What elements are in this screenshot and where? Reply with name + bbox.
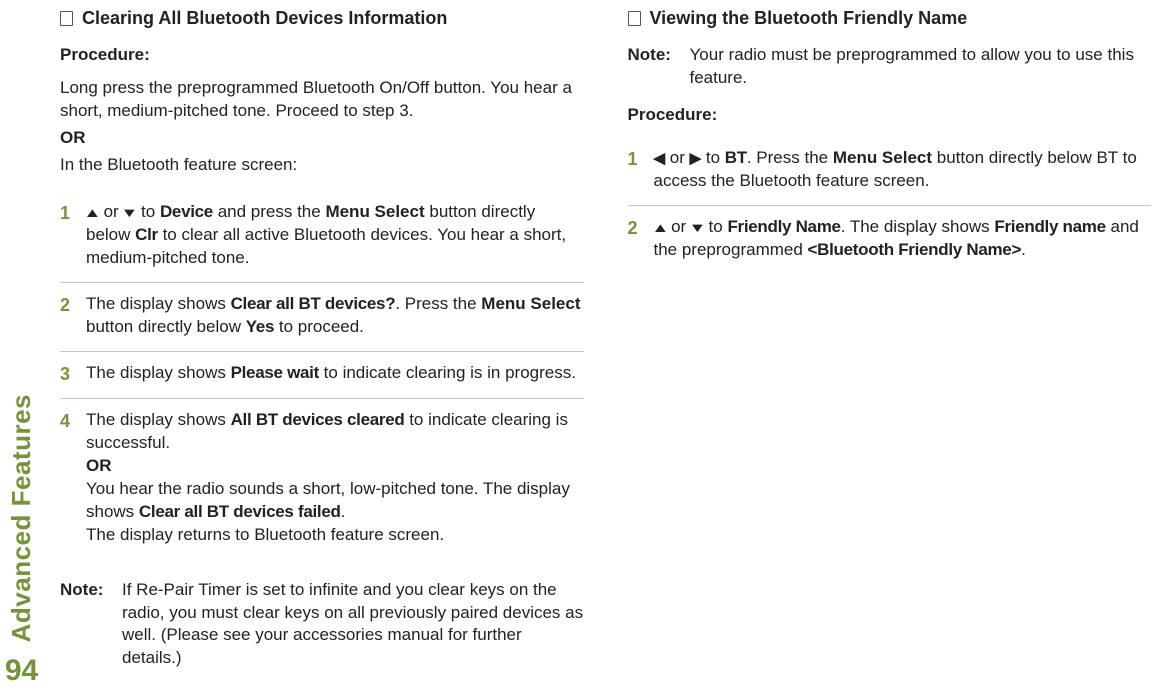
- step-text: to: [704, 217, 728, 236]
- note-body: Your radio must be preprogrammed to allo…: [690, 44, 1152, 90]
- ui-label-friendly-name: Friendly Name: [727, 217, 840, 236]
- page-content: Clearing All Bluetooth Devices Informati…: [60, 6, 1151, 689]
- ui-label-clr: Clr: [135, 225, 158, 244]
- step-text: . Press the: [747, 148, 833, 167]
- ui-label-menu-select: Menu Select: [325, 202, 424, 221]
- intro-or: OR: [60, 127, 584, 150]
- page-number: 94: [5, 651, 38, 692]
- step-4: 4 The display shows All BT devices clear…: [60, 399, 584, 559]
- section-title-vertical: Advanced Features: [4, 394, 39, 642]
- step-number: 2: [60, 293, 86, 339]
- step-1: 1 ▲ or ▼ to Device and press the Menu Se…: [60, 191, 584, 283]
- or-label: OR: [86, 455, 584, 478]
- ui-label-menu-select: Menu Select: [481, 294, 580, 313]
- left-icon: ◀: [654, 150, 666, 167]
- ui-label-menu-select: Menu Select: [833, 148, 932, 167]
- step-text: .: [341, 502, 346, 521]
- note-label: Note:: [628, 44, 690, 90]
- section-heading-text: Clearing All Bluetooth Devices Informati…: [82, 6, 447, 30]
- step-text: . The display shows: [841, 217, 995, 236]
- ui-label-bt: BT: [725, 148, 747, 167]
- step-body: The display shows Please wait to indicat…: [86, 362, 584, 386]
- right-icon: ▶: [690, 150, 702, 167]
- side-label: Advanced Features 94: [4, 394, 39, 691]
- step-text: to: [136, 202, 160, 221]
- step-number: 1: [628, 147, 654, 193]
- intro-text-2: In the Bluetooth feature screen:: [60, 154, 584, 177]
- note-row: Note: Your radio must be preprogrammed t…: [628, 44, 1152, 90]
- step-2: 2 ▲ or ▼ to Friendly Name. The display s…: [628, 206, 1152, 274]
- step-text: The display shows: [86, 363, 231, 382]
- step-number: 3: [60, 362, 86, 386]
- section-heading-text: Viewing the Bluetooth Friendly Name: [650, 6, 968, 30]
- note-row: Note: If Re-Pair Timer is set to infinit…: [60, 579, 584, 671]
- book-icon: [60, 11, 73, 26]
- ui-message: Please wait: [231, 363, 319, 382]
- step-text: to clear all active Bluetooth devices. Y…: [86, 225, 566, 267]
- step-number: 2: [628, 216, 654, 262]
- ui-label-yes: Yes: [246, 317, 274, 336]
- step-text: The display returns to Bluetooth feature…: [86, 524, 584, 547]
- step-text: and press the: [213, 202, 325, 221]
- step-text: or: [665, 148, 690, 167]
- note-label: Note:: [60, 579, 122, 671]
- ui-message: Clear all BT devices failed: [139, 502, 341, 521]
- ui-message: All BT devices cleared: [231, 410, 405, 429]
- step-2: 2 The display shows Clear all BT devices…: [60, 283, 584, 352]
- ui-message: <Bluetooth Friendly Name>: [808, 240, 1022, 259]
- intro-text-1: Long press the preprogrammed Bluetooth O…: [60, 77, 584, 123]
- section-heading-viewing: Viewing the Bluetooth Friendly Name: [628, 6, 1152, 30]
- step-text: to indicate clearing is in progress.: [319, 363, 576, 382]
- step-text: button directly below: [86, 317, 246, 336]
- up-icon: ▲: [651, 219, 669, 237]
- step-text: The display shows: [86, 410, 231, 429]
- step-number: 4: [60, 409, 86, 547]
- step-body: ▲ or ▼ to Device and press the Menu Sele…: [86, 201, 584, 270]
- ui-message: Clear all BT devices?: [231, 294, 396, 313]
- procedure-label: Procedure:: [60, 44, 584, 67]
- step-body: ▲ or ▼ to Friendly Name. The display sho…: [654, 216, 1152, 262]
- note-body: If Re-Pair Timer is set to infinite and …: [122, 579, 584, 671]
- step-text: to proceed.: [274, 317, 364, 336]
- step-body: The display shows Clear all BT devices?.…: [86, 293, 584, 339]
- procedure-label: Procedure:: [628, 104, 1152, 127]
- step-1: 1 ◀ or ▶ to BT. Press the Menu Select bu…: [628, 137, 1152, 206]
- step-text: .: [1021, 240, 1026, 259]
- step-text: or: [666, 217, 691, 236]
- section-heading-clearing: Clearing All Bluetooth Devices Informati…: [60, 6, 584, 30]
- step-body: The display shows All BT devices cleared…: [86, 409, 584, 547]
- down-icon: ▼: [688, 219, 706, 237]
- step-text: . Press the: [395, 294, 481, 313]
- step-3: 3 The display shows Please wait to indic…: [60, 352, 584, 399]
- ui-label-device: Device: [160, 202, 213, 221]
- ui-message: Friendly name: [994, 217, 1105, 236]
- step-body: ◀ or ▶ to BT. Press the Menu Select butt…: [654, 147, 1152, 193]
- step-text: The display shows: [86, 294, 231, 313]
- left-column: Clearing All Bluetooth Devices Informati…: [60, 6, 584, 689]
- step-text: to: [701, 148, 725, 167]
- step-list-right: 1 ◀ or ▶ to BT. Press the Menu Select bu…: [628, 137, 1152, 274]
- book-icon: [628, 11, 641, 26]
- step-list-left: 1 ▲ or ▼ to Device and press the Menu Se…: [60, 191, 584, 559]
- down-icon: ▼: [121, 204, 139, 222]
- step-number: 1: [60, 201, 86, 270]
- up-icon: ▲: [83, 204, 101, 222]
- right-column: Viewing the Bluetooth Friendly Name Note…: [628, 6, 1152, 689]
